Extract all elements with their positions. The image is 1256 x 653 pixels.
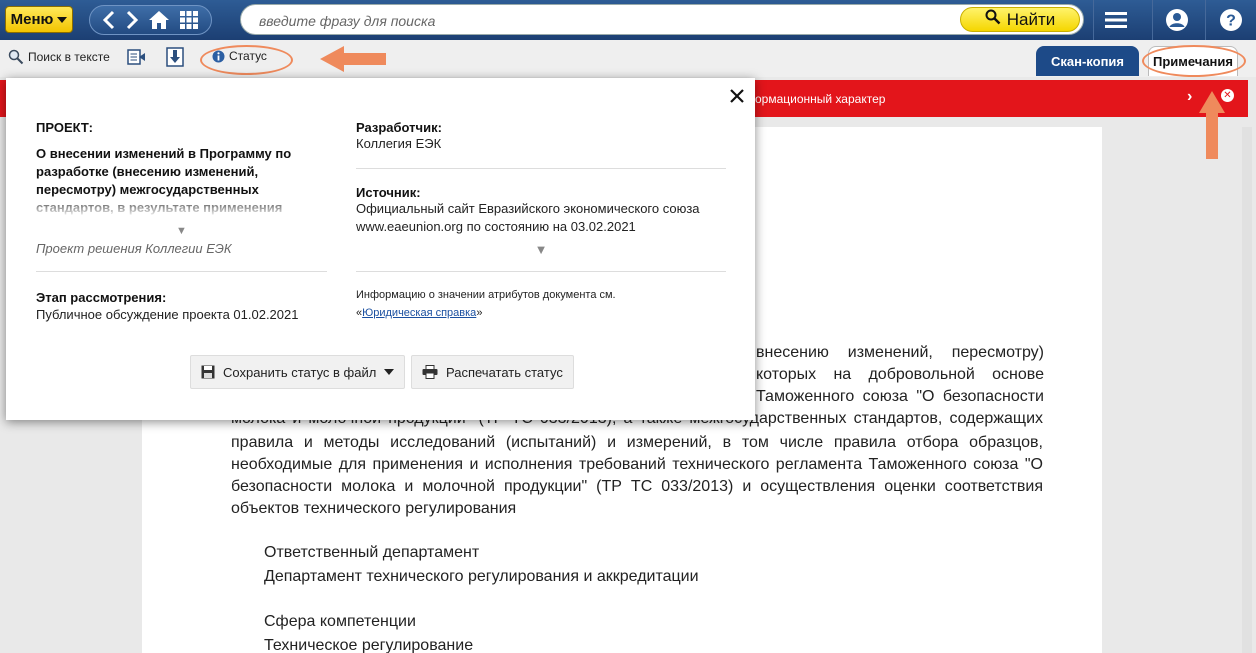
save-status-label: Сохранить статус в файл [223, 364, 377, 380]
expand-triangle-icon[interactable]: ▼ [36, 225, 327, 237]
back-icon[interactable] [102, 10, 116, 30]
download-icon [166, 47, 184, 67]
caret-down-icon [384, 369, 395, 375]
home-icon[interactable] [148, 10, 170, 30]
status-highlight-ring [200, 45, 293, 75]
scrollbar[interactable] [1242, 127, 1252, 653]
top-bar: Меню Найти [0, 0, 1256, 40]
source-label: Источник: [356, 185, 421, 200]
project-label: ПРОЕКТ: [36, 120, 93, 135]
help-icon: ? [1219, 9, 1242, 31]
notes-highlight-ring [1142, 45, 1246, 77]
stage-value: Публичное обсуждение проекта 01.02.2021 [36, 307, 299, 322]
menu-button[interactable]: Меню [5, 6, 73, 33]
save-status-button[interactable]: Сохранить статус в файл [190, 355, 406, 389]
hamburger-icon [1104, 12, 1127, 28]
tab-scan-copy[interactable]: Скан-копия [1036, 46, 1139, 76]
export-icon [127, 49, 145, 65]
doc-line-2: которых на добровольной основе [756, 366, 1044, 383]
tab-scan-copy-label: Скан-копия [1050, 53, 1124, 69]
export-button[interactable] [127, 48, 147, 66]
user-button[interactable] [1152, 0, 1200, 40]
hamburger-menu-button[interactable] [1093, 0, 1137, 40]
search-input[interactable] [259, 11, 949, 30]
help-button[interactable]: ? [1205, 0, 1255, 40]
user-icon [1165, 9, 1188, 31]
find-button[interactable]: Найти [960, 7, 1080, 32]
scope-value: Техническое регулирование [264, 637, 474, 653]
doc-line-3: Таможенного союза "О безопасности [756, 388, 1044, 405]
popup-left-column: ПРОЕКТ: О внесении изменений в Программу… [36, 120, 327, 324]
search-in-text-label: Поиск в тексте [28, 50, 110, 64]
notice-text: ормационный характер [755, 92, 886, 106]
legal-reference-link[interactable]: Юридическая справка [362, 307, 476, 319]
nav-group [89, 5, 212, 35]
divider [356, 168, 726, 169]
search-box: Найти [240, 4, 1084, 35]
status-popup: ПРОЕКТ: О внесении изменений в Программу… [6, 78, 755, 420]
popup-right-column: Разработчик: Коллегия ЕЭК Источник: Офиц… [356, 120, 726, 322]
print-status-label: Распечатать статус [446, 364, 563, 380]
print-status-button[interactable]: Распечатать статус [411, 355, 574, 389]
info-link-line: «Юридическая справка» [356, 307, 483, 319]
caret-down-icon [57, 16, 68, 23]
stage-label: Этап рассмотрения: [36, 290, 167, 305]
doc-line-1: внесению изменений, пересмотру) [756, 344, 1044, 361]
chevron-right-icon[interactable]: › [1187, 88, 1192, 106]
grid-icon[interactable] [179, 10, 199, 30]
info-text: Информацию о значении атрибутов документ… [356, 289, 616, 301]
developer-label: Разработчик: [356, 120, 442, 135]
forward-icon[interactable] [125, 10, 139, 30]
close-icon [730, 89, 744, 103]
arrow-left-annotation [320, 46, 386, 72]
expand-triangle-icon[interactable]: ▼ [356, 242, 726, 257]
arrow-up-annotation [1199, 91, 1225, 159]
floppy-icon [201, 365, 215, 379]
doc-paragraph: правила и методы исследований (испытаний… [231, 434, 1043, 517]
developer-value: Коллегия ЕЭК [356, 136, 442, 151]
svg-text:?: ? [1226, 13, 1236, 30]
scope-label: Сфера компетенции [264, 613, 416, 630]
download-button[interactable] [166, 47, 184, 67]
divider [36, 271, 327, 272]
search-in-text-button[interactable]: Поиск в тексте [8, 49, 110, 65]
divider [356, 271, 726, 272]
source-value-line1: Официальный сайт Евразийского экономичес… [356, 201, 700, 216]
project-title: О внесении изменений в Программу по разр… [36, 145, 327, 217]
printer-icon [422, 365, 438, 379]
find-label: Найти [1006, 9, 1056, 29]
resp-dept-label: Ответственный департамент [264, 544, 480, 561]
close-popup-button[interactable] [726, 86, 748, 108]
menu-label: Меню [10, 11, 54, 28]
resp-dept-value: Департамент технического регулирования и… [264, 568, 699, 585]
search-icon [985, 9, 1001, 30]
magnifier-icon [8, 49, 24, 65]
project-subtitle: Проект решения Коллегии ЕЭК [36, 241, 232, 256]
source-value-line2: www.eaeunion.org по состоянию на 03.02.2… [356, 219, 636, 234]
